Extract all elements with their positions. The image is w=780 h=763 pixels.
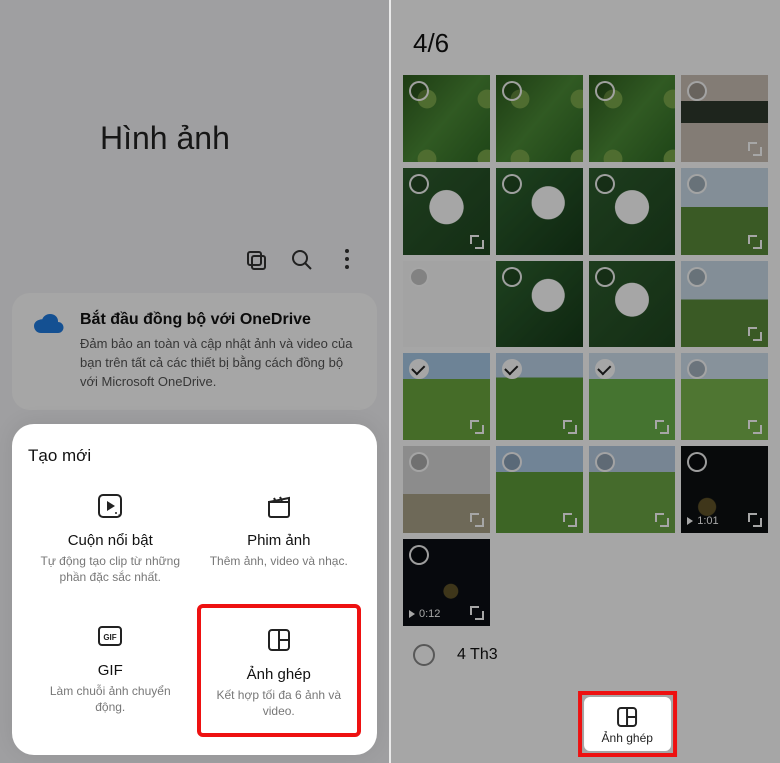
photo-cell[interactable] (403, 261, 490, 348)
create-highlight-reel[interactable]: Cuộn nổi bật Tự động tạo clip từ những p… (28, 474, 193, 599)
create-item-desc: Kết hợp tối đa 6 ảnh và video. (207, 687, 352, 719)
photo-cell[interactable] (681, 75, 768, 162)
date-label: 4 Th3 (457, 646, 498, 664)
select-ring[interactable] (409, 452, 429, 472)
photo-cell[interactable] (681, 261, 768, 348)
photo-cell[interactable] (403, 168, 490, 255)
photo-cell[interactable]: 1:01 (681, 446, 768, 533)
collage-button[interactable]: Ảnh ghép (584, 697, 671, 751)
select-ring[interactable] (502, 81, 522, 101)
select-ring[interactable] (595, 452, 615, 472)
expand-icon[interactable] (748, 142, 762, 156)
gallery-heading: Hình ảnh (0, 0, 389, 157)
expand-icon[interactable] (470, 513, 484, 527)
create-sheet: Tạo mới Cuộn nổi bật Tự động tạo clip từ… (12, 424, 377, 755)
select-ring[interactable] (595, 174, 615, 194)
select-ring[interactable] (687, 267, 707, 287)
expand-icon[interactable] (470, 420, 484, 434)
video-duration: 0:12 (419, 608, 440, 620)
photo-cell[interactable] (589, 261, 676, 348)
checkmark-icon[interactable] (595, 359, 615, 379)
photo-cell[interactable] (403, 353, 490, 440)
expand-icon[interactable] (655, 420, 669, 434)
play-icon (687, 517, 693, 525)
create-item-name: Cuộn nổi bật (34, 532, 187, 549)
photo-cell[interactable] (496, 168, 583, 255)
photo-cell[interactable] (496, 75, 583, 162)
select-ring[interactable] (409, 545, 429, 565)
search-icon[interactable] (289, 247, 315, 273)
select-ring[interactable] (409, 267, 429, 287)
video-duration: 1:01 (697, 515, 718, 527)
cloud-icon (30, 313, 66, 335)
select-ring[interactable] (687, 174, 707, 194)
gif-icon: GIF (94, 620, 126, 652)
selection-counter: 4/6 (391, 0, 780, 75)
collage-button-label: Ảnh ghép (602, 731, 653, 745)
svg-text:GIF: GIF (104, 633, 117, 642)
photo-cell[interactable]: 0:12 (403, 539, 490, 626)
select-ring[interactable] (502, 452, 522, 472)
photo-cell[interactable] (403, 446, 490, 533)
create-item-desc: Thêm ảnh, video và nhạc. (203, 553, 356, 569)
select-ring[interactable] (502, 267, 522, 287)
create-movie[interactable]: Phim ảnh Thêm ảnh, video và nhạc. (197, 474, 362, 599)
video-badge: 0:12 (409, 608, 440, 620)
collage-icon (615, 705, 639, 729)
sheet-title: Tạo mới (28, 446, 361, 466)
create-item-name: Phim ảnh (203, 532, 356, 549)
play-sparkle-icon (94, 490, 126, 522)
collage-button-highlight: Ảnh ghép (578, 691, 677, 757)
expand-icon[interactable] (470, 606, 484, 620)
create-item-desc: Tự động tạo clip từ những phần đặc sắc n… (34, 553, 187, 585)
expand-icon[interactable] (563, 420, 577, 434)
expand-icon[interactable] (748, 513, 762, 527)
select-ring[interactable] (409, 174, 429, 194)
expand-icon[interactable] (655, 513, 669, 527)
clapboard-icon (263, 490, 295, 522)
photo-cell[interactable] (496, 446, 583, 533)
expand-icon[interactable] (748, 420, 762, 434)
onedrive-title: Bắt đầu đồng bộ với OneDrive (80, 311, 359, 329)
photo-cell[interactable] (496, 353, 583, 440)
expand-icon[interactable] (748, 327, 762, 341)
photo-cell[interactable] (681, 168, 768, 255)
create-gif[interactable]: GIF GIF Làm chuỗi ảnh chuyển động. (28, 604, 193, 737)
photo-cell[interactable] (681, 353, 768, 440)
checkmark-icon[interactable] (502, 359, 522, 379)
create-item-desc: Làm chuỗi ảnh chuyển động. (34, 683, 187, 715)
select-ring[interactable] (409, 81, 429, 101)
select-ring[interactable] (502, 174, 522, 194)
stack-icon[interactable] (243, 247, 269, 273)
select-ring[interactable] (595, 267, 615, 287)
date-select-ring[interactable] (413, 644, 435, 666)
photo-cell[interactable] (403, 75, 490, 162)
more-icon[interactable] (335, 247, 359, 271)
create-item-name: Ảnh ghép (207, 666, 352, 683)
collage-icon (263, 624, 295, 656)
onedrive-desc: Đảm bảo an toàn và cập nhật ảnh và video… (80, 335, 359, 392)
expand-icon[interactable] (748, 235, 762, 249)
photo-cell[interactable] (589, 75, 676, 162)
expand-icon[interactable] (563, 513, 577, 527)
play-icon (409, 610, 415, 618)
onedrive-card[interactable]: Bắt đầu đồng bộ với OneDrive Đảm bảo an … (12, 293, 377, 410)
photo-cell[interactable] (589, 353, 676, 440)
create-item-name: GIF (34, 662, 187, 679)
create-collage[interactable]: Ảnh ghép Kết hợp tối đa 6 ảnh và video. (197, 604, 362, 737)
select-ring[interactable] (595, 81, 615, 101)
photo-cell[interactable] (496, 261, 583, 348)
photo-cell[interactable] (589, 446, 676, 533)
photo-cell[interactable] (589, 168, 676, 255)
video-badge: 1:01 (687, 515, 718, 527)
expand-icon[interactable] (470, 235, 484, 249)
